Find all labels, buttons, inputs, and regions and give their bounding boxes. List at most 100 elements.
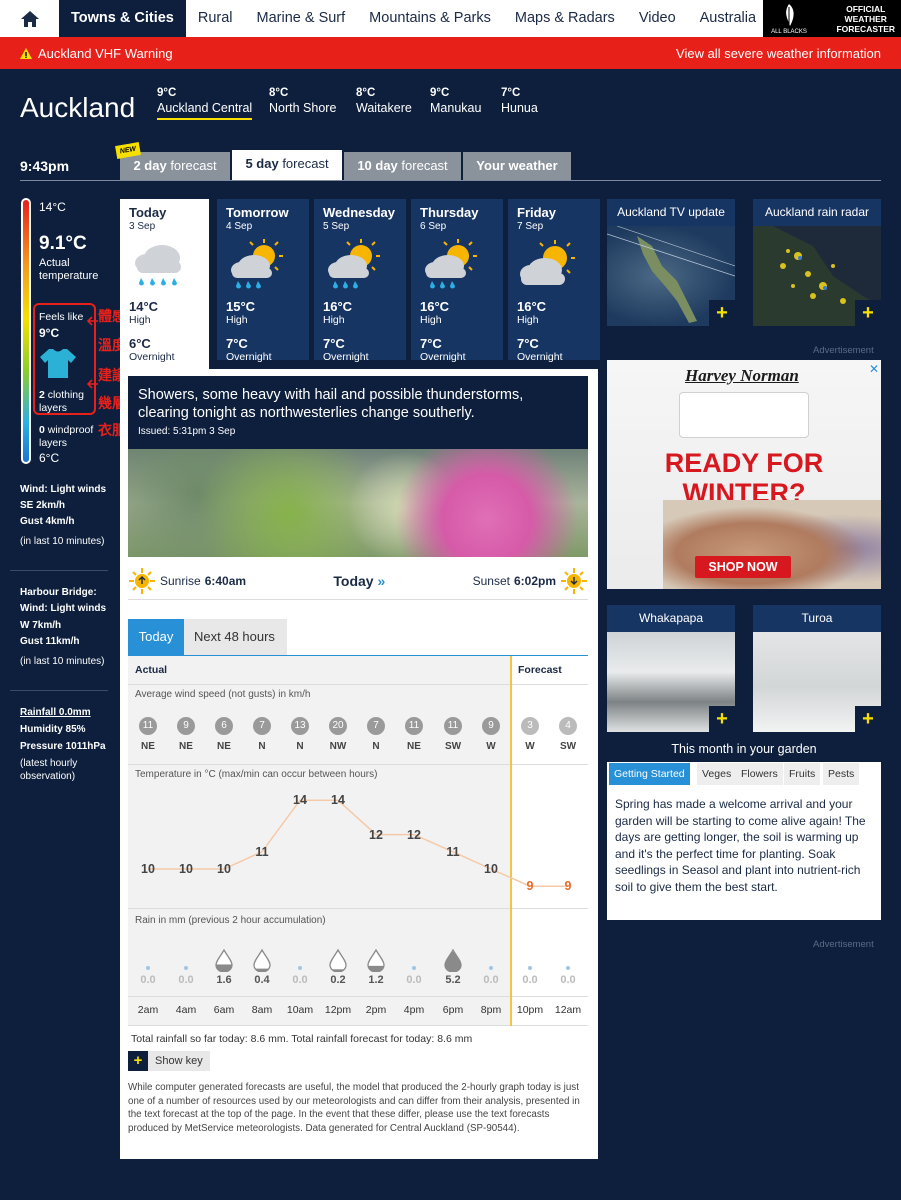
wind-direction: NE (141, 741, 155, 752)
rain-value: 0.0 (140, 974, 156, 986)
wind-direction: N (258, 741, 266, 752)
turoa-cam-image: + (753, 632, 881, 732)
whakapapa-card[interactable]: Whakapapa + (607, 605, 735, 732)
ad-shop-now-button[interactable]: SHOP NOW (695, 556, 791, 578)
disclaimer: While computer generated forecasts are u… (128, 1082, 580, 1134)
rainfall-totals: Total rainfall so far today: 8.6 mm. Tot… (131, 1033, 473, 1045)
plus-icon: + (855, 300, 881, 326)
tv-map-image: + (606, 225, 736, 326)
temperature-value: 14 (293, 793, 307, 808)
wind-speed-badge: 20 (329, 717, 347, 735)
advertisement-label: Advertisement (813, 345, 874, 356)
garden-tab-flowers[interactable]: Flowers (736, 763, 783, 785)
wind-direction: NE (217, 741, 231, 752)
wind-speed-badge: 6 (215, 717, 233, 735)
advertisement-label-2: Advertisement (813, 939, 874, 950)
rain-dot-icon (566, 966, 570, 970)
rain-value: 0.0 (522, 974, 538, 986)
temperature-value: 12 (407, 827, 421, 842)
wind-direction: SW (444, 741, 462, 752)
raindrop-icon (215, 948, 233, 972)
whakapapa-cam-image: + (607, 632, 735, 732)
rain-value: 0.4 (254, 974, 270, 986)
hour-label: 6am (213, 1004, 235, 1016)
temperature-value: 9 (564, 879, 572, 894)
hour-label: 4am (175, 1004, 197, 1016)
temperature-value: 10 (217, 862, 231, 876)
hour-label: 6pm (442, 1004, 464, 1016)
rain-dot-icon (298, 966, 302, 970)
raindrop-icon (329, 948, 347, 972)
wind-direction: W (525, 741, 535, 752)
rain-value: 5.2 (445, 974, 461, 986)
temperature-value: 10 (179, 862, 193, 876)
temperature-value: 11 (255, 844, 269, 859)
wind-direction: NE (179, 741, 193, 752)
wind-speed-badge: 9 (177, 717, 195, 735)
plus-icon: + (709, 706, 735, 732)
wind-direction: SW (559, 741, 577, 752)
temperature-line (148, 799, 568, 887)
rain-dot-icon (489, 966, 493, 970)
temperature-value: 9 (526, 879, 534, 894)
temperature-value: 10 (141, 862, 155, 876)
hour-label: 10pm (516, 1004, 544, 1016)
rain-dot-icon (184, 966, 188, 970)
hour-label: 2pm (365, 1004, 387, 1016)
wind-speed-badge: 9 (482, 717, 500, 735)
ad-headline: READY FOR WINTER? (664, 448, 824, 508)
hour-label: 8am (251, 1004, 273, 1016)
harvey-norman-ad[interactable]: Harvey Norman READY FOR WINTER? SHOP NOW … (607, 360, 881, 589)
air-conditioner-image (679, 392, 809, 438)
garden-tab-pests[interactable]: Pests (823, 763, 860, 785)
rain-value: 0.0 (560, 974, 576, 986)
rain-radar-card[interactable]: Auckland rain radar + (753, 199, 881, 326)
garden-title: This month in your garden (607, 740, 881, 762)
wind-speed-badge: 11 (139, 717, 157, 735)
garden-text: Spring has made a welcome arrival and yo… (615, 797, 866, 894)
raindrop-icon (444, 948, 462, 972)
turoa-card[interactable]: Turoa + (753, 605, 881, 732)
rain-value: 1.6 (216, 974, 232, 986)
tv-update-card[interactable]: Auckland TV update + (606, 199, 736, 326)
wind-direction: W (486, 741, 496, 752)
hour-label: 2am (137, 1004, 159, 1016)
garden-tab-veges[interactable]: Veges (697, 763, 737, 785)
plus-icon: + (128, 1051, 148, 1071)
wind-speed-badge: 11 (405, 717, 423, 735)
wind-speed-badge: 13 (291, 717, 309, 735)
temperature-value: 12 (369, 827, 383, 842)
rain-value: 0.2 (330, 974, 346, 986)
wind-direction: N (372, 741, 380, 752)
rain-dot-icon (412, 966, 416, 970)
wind-speed-badge: 7 (253, 717, 271, 735)
wind-speed-badge: 7 (367, 717, 385, 735)
plus-icon: + (709, 300, 735, 326)
temperature-value: 10 (484, 862, 498, 876)
plus-icon: + (855, 706, 881, 732)
rain-value: 0.0 (178, 974, 194, 986)
rain-value: 0.0 (406, 974, 422, 986)
hour-label: 12pm (324, 1004, 352, 1016)
rain-value: 0.0 (483, 974, 499, 986)
radar-map-image: + (753, 226, 881, 326)
wind-speed-badge: 11 (444, 717, 462, 735)
wind-direction: NW (329, 741, 347, 752)
garden-tab-getting-started[interactable]: Getting Started (609, 763, 690, 785)
wind-direction: N (296, 741, 304, 752)
garden-tab-fruits[interactable]: Fruits (784, 763, 821, 785)
temperature-value: 14 (331, 793, 345, 808)
hour-label: 10am (286, 1004, 314, 1016)
rain-value: 1.2 (368, 974, 384, 986)
hour-label: 8pm (480, 1004, 502, 1016)
temperature-value: 11 (446, 844, 460, 859)
hour-label: 12am (554, 1004, 582, 1016)
raindrop-icon (253, 948, 271, 972)
wind-speed-badge: 3 (521, 717, 539, 735)
hour-label: 4pm (403, 1004, 425, 1016)
rain-value: 0.0 (292, 974, 308, 986)
wind-direction: NE (407, 741, 421, 752)
show-key-button[interactable]: + Show key (128, 1051, 210, 1071)
raindrop-icon (367, 948, 385, 972)
ad-close-icon[interactable]: ✕ (869, 362, 879, 376)
